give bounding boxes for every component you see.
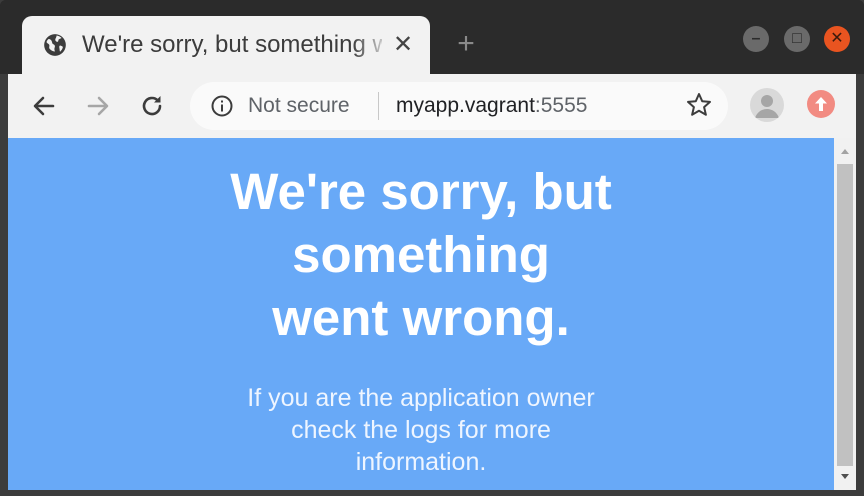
- new-tab-button[interactable]: +: [448, 26, 484, 62]
- window-frame-bottom: [0, 490, 864, 496]
- security-status-label[interactable]: Not secure: [248, 92, 350, 120]
- profile-button[interactable]: [750, 88, 784, 122]
- error-message-line: information.: [355, 448, 487, 476]
- scrollbar-thumb[interactable]: [837, 164, 853, 466]
- reload-icon: [142, 96, 162, 116]
- address-bar-divider: [378, 92, 379, 120]
- scroll-up-button[interactable]: [834, 142, 856, 160]
- address-bar[interactable]: Not secure myapp.vagrant:5555: [190, 82, 728, 130]
- star-icon: [687, 93, 711, 116]
- scroll-down-arrow-icon: [841, 474, 849, 479]
- error-message-line: check the logs for more: [291, 416, 551, 444]
- window-maximize-button[interactable]: □: [784, 26, 810, 52]
- browser-toolbar: Not secure myapp.vagrant:5555: [8, 74, 856, 138]
- tab-close-button[interactable]: ✕: [388, 30, 418, 60]
- error-heading-line: We're sorry, but: [230, 163, 612, 220]
- error-message: If you are the application owner check t…: [8, 382, 834, 478]
- globe-icon: [44, 34, 66, 56]
- arrow-left-icon: [33, 96, 55, 116]
- reload-button[interactable]: [134, 88, 170, 124]
- error-heading-line: went wrong.: [272, 289, 570, 346]
- url-port: :5555: [534, 94, 588, 117]
- window-frame-right: [856, 74, 864, 496]
- active-tab[interactable]: We're sorry, but something went wrong ✕: [22, 16, 430, 74]
- vertical-scrollbar[interactable]: [834, 138, 856, 490]
- info-icon[interactable]: [210, 94, 234, 118]
- window-close-button[interactable]: ✕: [824, 26, 850, 52]
- error-heading: We're sorry, but something went wrong.: [8, 160, 834, 349]
- url-text[interactable]: myapp.vagrant:5555: [396, 92, 587, 120]
- window-minimize-button[interactable]: –: [743, 26, 769, 52]
- browser-window: We're sorry, but something went wrong ✕ …: [0, 0, 864, 496]
- bookmark-star-button[interactable]: [684, 90, 714, 120]
- error-heading-line: something: [292, 226, 550, 283]
- tab-strip: We're sorry, but something went wrong ✕ …: [0, 0, 864, 74]
- forward-button[interactable]: [80, 88, 116, 124]
- back-button[interactable]: [26, 88, 62, 124]
- error-message-line: If you are the application owner: [247, 384, 595, 412]
- tab-title: We're sorry, but something went wrong: [82, 31, 382, 58]
- url-host: myapp.vagrant: [396, 94, 535, 117]
- arrow-right-icon: [87, 96, 109, 116]
- page-viewport: We're sorry, but something went wrong. I…: [8, 138, 834, 490]
- tab-title-fade: [352, 26, 392, 64]
- avatar-icon: [755, 95, 779, 118]
- update-arrow-icon: [815, 97, 827, 111]
- window-frame-left: [0, 74, 8, 496]
- scroll-down-button[interactable]: [834, 468, 856, 486]
- scroll-up-arrow-icon: [841, 149, 849, 154]
- update-button[interactable]: [807, 90, 835, 118]
